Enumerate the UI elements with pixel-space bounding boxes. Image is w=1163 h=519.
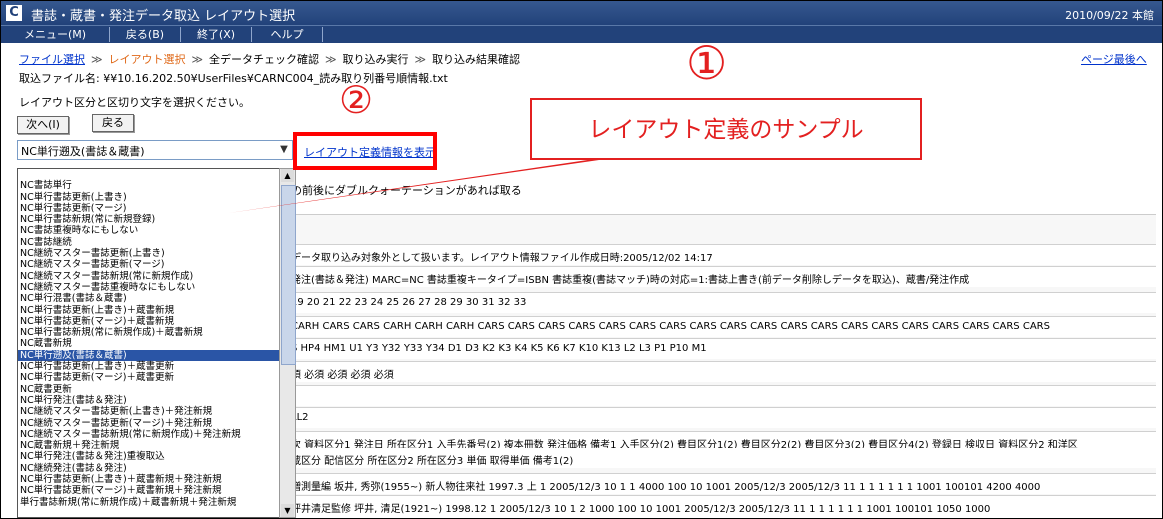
callout-pointer — [229, 158, 613, 213]
callout-pointer-shape — [229, 158, 613, 213]
app-window: C 書誌・蔵書・発注データ取込 レイアウト選択 2010/09/22 本館 メニ… — [0, 0, 1163, 519]
